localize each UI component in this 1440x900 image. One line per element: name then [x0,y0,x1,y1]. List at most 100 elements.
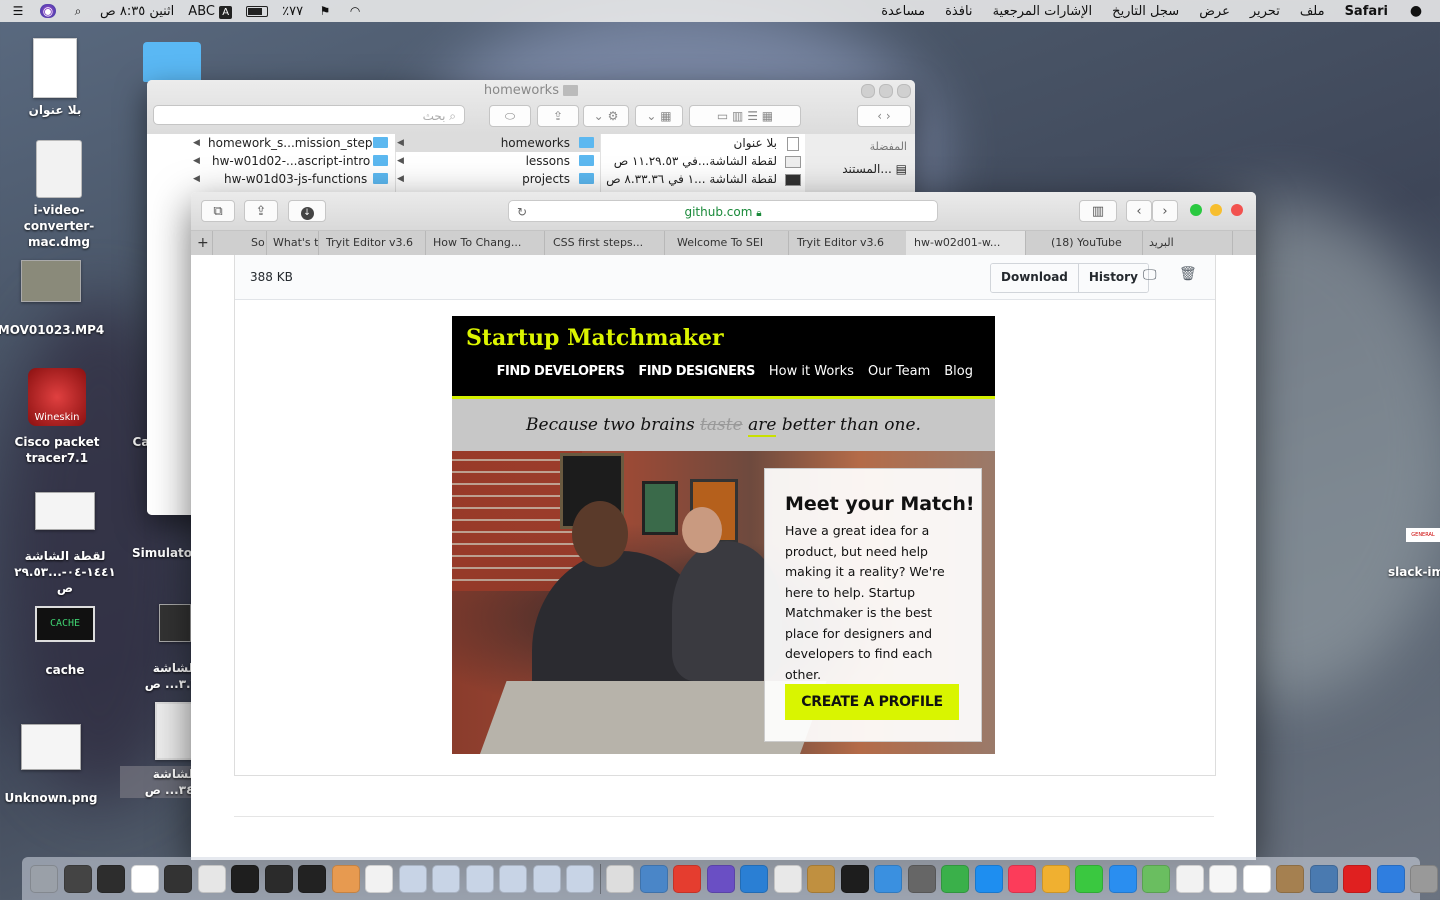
dock-app-icon[interactable] [807,864,835,893]
dock-app-icon[interactable] [1108,864,1137,893]
show-tabs-button[interactable]: ⧉ [201,200,235,222]
dock-app-icon[interactable] [1276,864,1304,893]
reload-icon[interactable]: ↻ [517,201,527,223]
battery-percent[interactable]: ٪٧٧ [282,4,303,19]
desktop-icon-unknown-png[interactable]: Unknown.png [0,724,106,806]
downloads-button[interactable]: ↓ [288,200,326,222]
forward-button[interactable]: › [1152,200,1178,222]
menu-edit[interactable]: تحرير [1250,4,1280,19]
trash-icon[interactable]: 🗑︎ [1179,266,1197,282]
tab-item[interactable]: How To Chang... [425,231,545,255]
dock-app-icon[interactable] [1376,864,1405,893]
dock-app-icon[interactable] [499,864,527,893]
dock-app-icon[interactable] [566,864,594,893]
window-close-button[interactable] [861,84,875,98]
dock-app-icon[interactable] [1175,864,1204,893]
desktop-icon-screenshot[interactable]: لقطة الشاشة ١٤٤١-٠٤-...٢٩.٥٣ ص [10,492,120,596]
tab-item[interactable]: (18) YouTube [1043,231,1143,255]
clock[interactable]: اثنين ٨:٣٥ ص [100,4,174,19]
desktop-display-icon[interactable]: 🖵︎ [1143,267,1157,283]
dock-app-icon[interactable] [331,864,360,893]
dock-app-icon[interactable] [465,864,494,893]
apple-icon[interactable]: ● [1408,4,1424,18]
list-item[interactable]: ◀ hw-w01d03-js-functions [191,170,395,188]
new-tab-button[interactable]: + [191,231,213,255]
desktop-icon-cache[interactable]: CACHE cache [10,606,120,678]
dock-app-icon[interactable] [740,864,768,893]
group-by-button[interactable]: ⌄ ▦ [635,105,683,127]
download-button[interactable]: Download [991,264,1078,292]
dock-app-icon[interactable] [874,864,902,893]
dock-app-icon[interactable] [706,864,735,893]
dock-app-icon[interactable] [398,864,427,893]
tab-item[interactable]: So [243,231,267,255]
dock-app-icon[interactable] [365,864,393,893]
desktop-icon-untitled[interactable]: بلا عنوان [0,38,110,118]
tab-item[interactable]: Tryit Editor v3.6 [318,231,426,255]
desktop-icon-mov[interactable]: MOV01023.MP4 [0,260,106,338]
tab-item[interactable]: البريد [1141,231,1233,255]
menu-bookmarks[interactable]: الإشارات المرجعية [993,4,1093,19]
back-forward-buttons[interactable]: ‹ › [857,105,911,127]
dock-app-icon[interactable] [1343,864,1371,893]
list-item[interactable]: ◀ lessons [395,152,600,170]
dock-app-icon[interactable] [907,864,936,893]
desktop-icon-cisco[interactable]: Wineskin Cisco packet tracer7.1 [2,368,112,466]
desktop-icon-dmg[interactable]: i-video-converter-mac.dmg [4,140,114,250]
tab-item[interactable]: CSS first steps... [545,231,665,255]
dock-app-icon[interactable] [1309,864,1338,893]
dock-app-icon[interactable] [298,864,326,893]
dock-app-icon[interactable] [97,864,125,893]
list-item[interactable]: لقطة الشاشة ...١ في ٨.٣٣.٣٦ ص [600,170,805,188]
list-item[interactable]: ◀ projects [395,170,600,188]
dock-app-icon[interactable] [130,864,159,893]
share-button[interactable]: ⇪ [537,105,579,127]
dock-app-icon[interactable] [840,864,869,893]
flag-icon[interactable]: ⚑ [317,4,333,18]
menu-history[interactable]: سجل التاريخ [1112,4,1179,19]
tab-item[interactable]: What's t [265,231,319,255]
history-button[interactable]: History [1077,264,1148,292]
dock-app-icon[interactable] [974,864,1003,893]
menu-window[interactable]: نافذة [945,4,972,19]
back-button[interactable]: ‹ [1126,200,1152,222]
finder-search-field[interactable]: بحث ⌕ [153,105,465,125]
menu-file[interactable]: ملف [1300,4,1325,19]
view-switcher[interactable]: ▭ ▥ ☰ ▦ [689,105,801,127]
dock-app-icon[interactable] [1209,864,1237,893]
menu-help[interactable]: مساعدة [881,4,925,19]
dock-app-icon[interactable] [773,864,802,893]
list-item[interactable]: ◀ homeworks [395,134,600,152]
siri-icon[interactable]: ◉ [40,4,56,18]
menu-view[interactable]: عرض [1199,4,1230,19]
dock-app-icon[interactable] [197,864,226,893]
dock-app-icon[interactable] [63,864,92,893]
dock-app-icon[interactable] [1142,864,1170,893]
dock-app-icon[interactable] [673,864,701,893]
desktop-folder-icon[interactable] [143,42,201,82]
dock-app-icon[interactable] [1075,864,1103,893]
input-source[interactable]: ABC A [188,4,233,19]
address-bar[interactable]: ↻ github.com 🔒︎ [508,200,938,222]
window-minimize-button[interactable] [1210,204,1222,216]
tab-item[interactable]: Welcome To SEI [669,231,789,255]
dock-trash-icon[interactable] [30,864,58,893]
tab-item[interactable]: Tryit Editor v3.6 [789,231,907,255]
desktop-icon-slack[interactable]: GENERAL slack-im [1372,528,1440,580]
window-close-button[interactable] [1231,204,1243,216]
dock-app-icon[interactable] [639,864,668,893]
sidebar-button[interactable]: ▥ [1079,200,1117,222]
dock-app-icon[interactable] [1008,864,1036,893]
battery-icon[interactable] [246,5,269,17]
list-item[interactable]: بلا عنوان [600,134,805,152]
dock-app-icon[interactable] [264,864,293,893]
dock-app-icon[interactable] [1041,864,1070,893]
menu-extras-icon[interactable]: ☰ [10,4,26,18]
spotlight-search-icon[interactable]: ⌕ [70,4,86,18]
wifi-icon[interactable]: ◠ [347,4,363,18]
tag-button[interactable]: ⬭ [489,105,531,127]
dock-app-icon[interactable] [606,864,634,893]
window-zoom-button[interactable] [897,84,911,98]
dock-app-icon[interactable] [432,864,460,893]
action-gear-button[interactable]: ⌄ ⚙ [583,105,629,127]
